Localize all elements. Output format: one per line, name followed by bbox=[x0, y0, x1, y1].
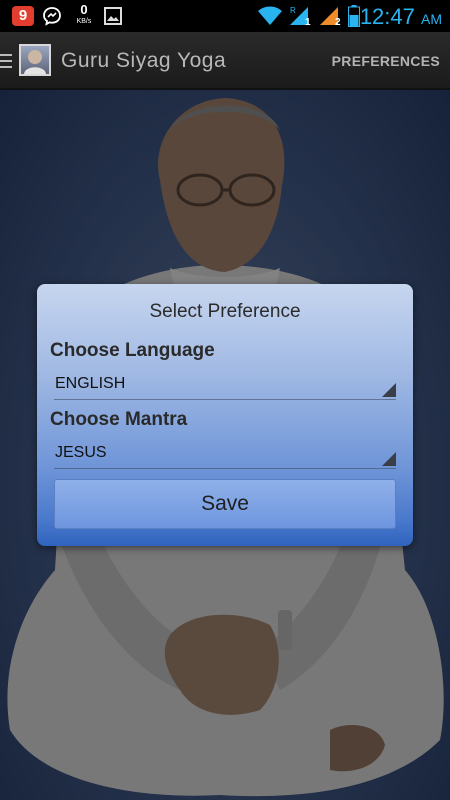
dropdown-arrow-icon bbox=[382, 383, 396, 397]
app-title: Guru Siyag Yoga bbox=[61, 49, 227, 72]
choose-language-label: Choose Language bbox=[50, 340, 215, 361]
clock-ampm: AM bbox=[421, 11, 442, 27]
wifi-icon bbox=[258, 6, 282, 31]
language-value: ENGLISH bbox=[55, 375, 126, 392]
status-bar: 9 0 KB/s R1 2 12:47 AM bbox=[0, 0, 450, 32]
signal-sim2-icon: 2 bbox=[318, 4, 342, 31]
dropdown-arrow-icon bbox=[382, 452, 396, 466]
app-avatar[interactable] bbox=[19, 44, 51, 76]
choose-mantra-label: Choose Mantra bbox=[50, 409, 188, 430]
dialog-title: Select Preference bbox=[149, 301, 301, 322]
svg-text:1: 1 bbox=[305, 17, 311, 26]
network-speed-indicator: 0 KB/s bbox=[72, 3, 96, 29]
language-spinner[interactable]: ENGLISH bbox=[54, 370, 396, 400]
save-button[interactable]: Save bbox=[54, 479, 396, 529]
mantra-value: JESUS bbox=[55, 444, 107, 461]
clock-time: 12:47 bbox=[359, 4, 415, 29]
clock: 12:47 AM bbox=[360, 4, 442, 30]
preferences-action-button[interactable]: PREFERENCES bbox=[332, 53, 440, 69]
image-notification-icon bbox=[104, 7, 122, 25]
mantra-spinner[interactable]: JESUS bbox=[54, 439, 396, 469]
svg-text:2: 2 bbox=[335, 17, 341, 26]
action-bar: Guru Siyag Yoga PREFERENCES bbox=[0, 32, 450, 90]
network-speed-value: 0 bbox=[80, 2, 88, 17]
messenger-icon bbox=[42, 6, 62, 26]
app-notification-icon: 9 bbox=[12, 6, 34, 26]
network-speed-unit: KB/s bbox=[76, 18, 92, 25]
select-preference-dialog: Select Preference Choose Language ENGLIS… bbox=[37, 284, 413, 546]
battery-icon bbox=[348, 5, 360, 32]
drawer-menu-icon[interactable] bbox=[0, 54, 12, 68]
signal-sim1-icon: R1 bbox=[288, 4, 312, 31]
svg-text:R: R bbox=[290, 6, 296, 15]
